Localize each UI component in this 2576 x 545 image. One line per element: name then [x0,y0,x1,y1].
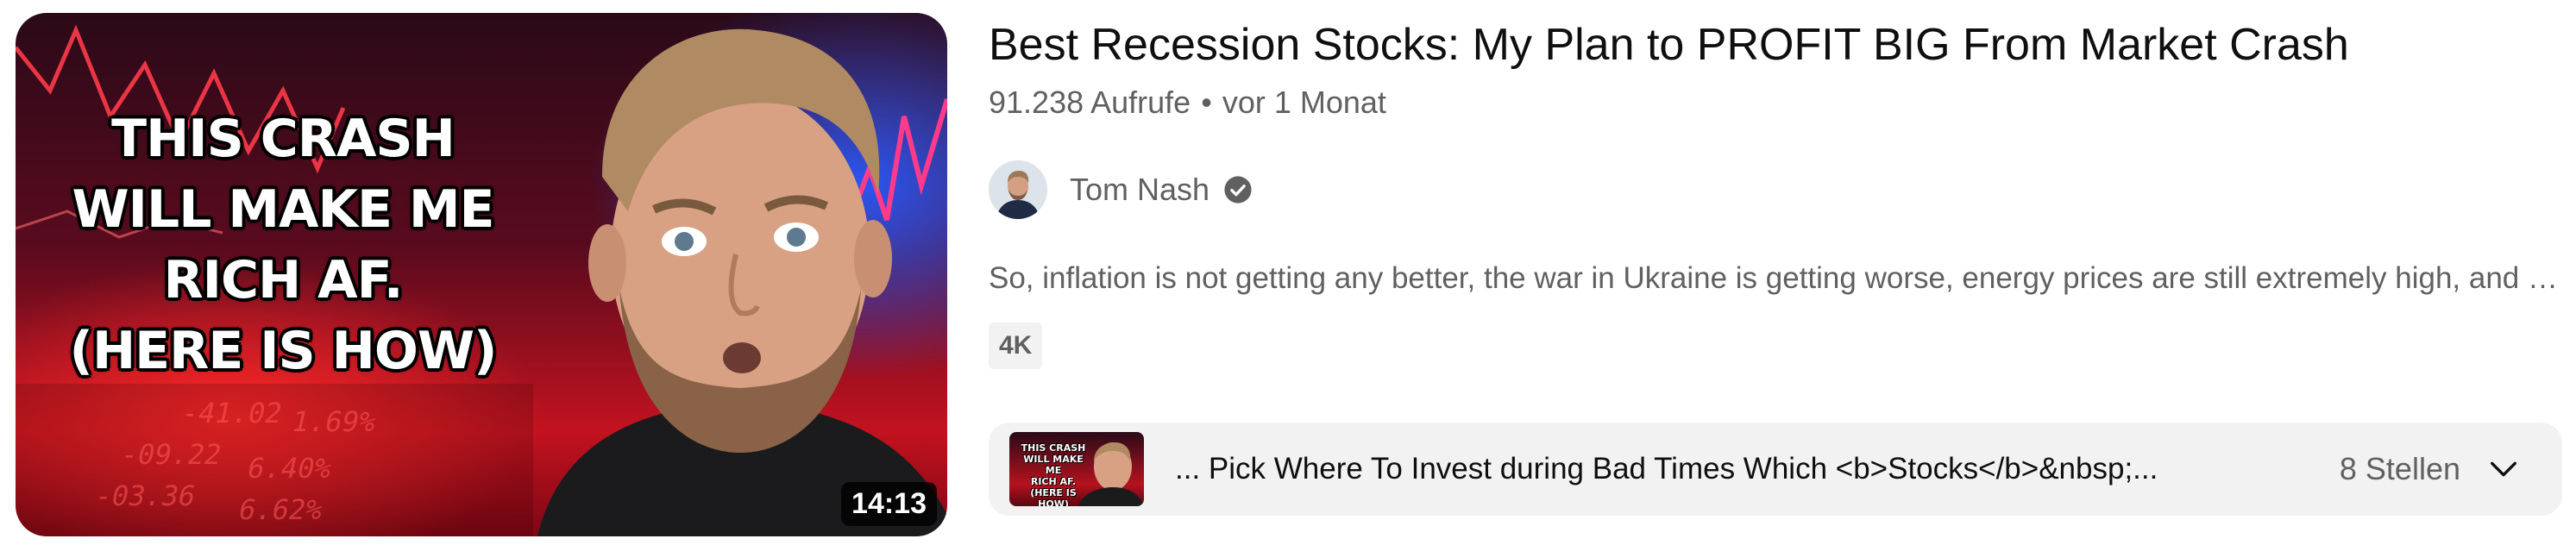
chapter-thumbnail-text: THIS CRASH WILL MAKE ME RICH AF. (HERE I… [1015,442,1092,506]
chapter-thumbnail-line: RICH AF. [1030,476,1077,487]
video-thumbnail[interactable]: -41.02 -09.22 -03.36 6.40% 6.62% 1.69% T… [16,13,947,536]
chevron-down-icon[interactable] [2486,452,2521,486]
overlay-line: THIS CRASH [111,109,456,169]
chapter-thumbnail-line: THIS CRASH [1021,442,1086,454]
duration-badge: 14:13 [841,482,937,526]
video-result-row: -41.02 -09.22 -03.36 6.40% 6.62% 1.69% T… [0,0,2576,545]
upload-age: vor 1 Monat [1222,85,1386,120]
chapter-thumbnail-line: (HERE IS HOW) [1030,487,1077,506]
video-description-snippet: So, inflation is not getting any better,… [989,261,2559,295]
overlay-line: WILL MAKE ME [72,179,494,240]
channel-name[interactable]: Tom Nash [1070,172,1209,208]
verified-check-icon [1224,176,1252,204]
view-count: 91.238 Aufrufe [989,85,1191,120]
channel-info[interactable]: Tom Nash [989,160,1253,220]
ticker-numbers: -41.02 -09.22 -03.36 6.40% 6.62% 1.69% [16,392,402,536]
video-metadata: 91.238 Aufrufe • vor 1 Monat [989,85,1386,121]
quality-badge: 4K [989,323,1043,369]
meta-separator: • [1201,85,1212,120]
thumbnail-overlay-text: THIS CRASH WILL MAKE ME RICH AF. (HERE I… [41,103,525,386]
ticker-value: -41.02 [178,397,286,429]
avatar-image [989,160,1047,219]
ticker-value: -03.36 [91,479,199,512]
channel-avatar[interactable] [989,160,1047,219]
video-title[interactable]: Best Recession Stocks: My Plan to PROFIT… [989,17,2349,72]
ticker-value: 1.69% [288,405,380,438]
chapter-thumbnail-line: WILL MAKE ME [1023,454,1084,476]
ticker-value: 6.62% [236,493,326,526]
overlay-line: RICH AF. [163,250,403,310]
chapter-count[interactable]: 8 Stellen [2340,451,2460,487]
chapter-thumbnail[interactable]: THIS CRASH WILL MAKE ME RICH AF. (HERE I… [1009,432,1144,506]
presenter-photo [537,28,947,536]
overlay-line: (HERE IS HOW) [69,321,498,381]
chapter-text[interactable]: ... Pick Where To Invest during Bad Time… [1175,452,2340,486]
ticker-value: -09.22 [117,438,225,471]
key-moments-bar[interactable]: THIS CRASH WILL MAKE ME RICH AF. (HERE I… [989,423,2562,516]
ticker-value: 6.40% [244,452,335,485]
